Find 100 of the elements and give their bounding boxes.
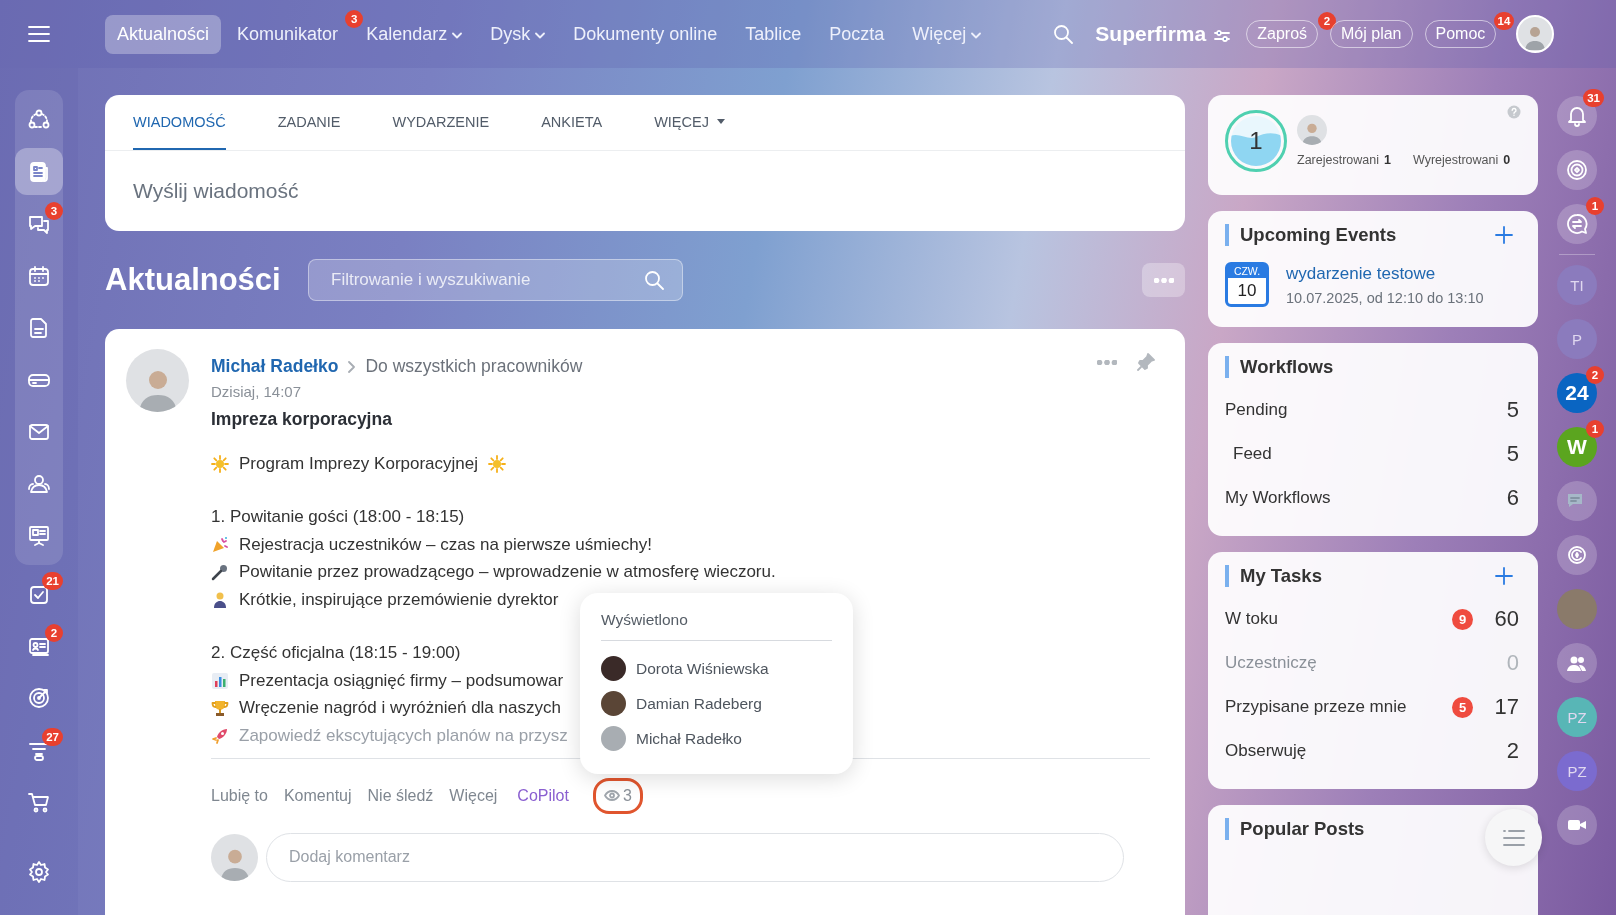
composer-tab[interactable]: WIĘCEJ — [654, 95, 725, 150]
more-button[interactable] — [1142, 263, 1185, 297]
viewer-item[interactable]: Dorota Wiśniewska — [601, 651, 832, 686]
pin-icon — [1137, 353, 1155, 371]
microphone-icon — [211, 563, 229, 582]
search-icon — [1053, 24, 1074, 44]
chevron-right-icon — [348, 360, 356, 373]
add-button[interactable] — [1495, 226, 1513, 244]
widget-row[interactable]: W toku 9 60 — [1225, 597, 1521, 641]
widget-row[interactable]: Przypisane przeze mnie 5 17 — [1225, 685, 1521, 729]
post-text-line: Krótkie, inspirujące przemówienie dyrektor — [239, 589, 559, 610]
post-title: Impreza korporacyjna — [211, 409, 393, 430]
recipient-link[interactable]: Do wszystkich pracowników — [365, 356, 583, 377]
popup-title: Wyświetlono — [601, 611, 832, 641]
rail-button[interactable] — [1557, 150, 1597, 190]
post-action-link[interactable]: CoPilot — [517, 786, 569, 805]
nav-tab[interactable]: Tablice — [733, 14, 814, 54]
newspaper-icon — [27, 159, 51, 184]
composer-tab[interactable]: ZADANIE — [277, 95, 341, 150]
page-title: Aktualności — [105, 262, 282, 298]
count-badge: 21 — [42, 572, 63, 590]
rail-button[interactable] — [1557, 535, 1597, 575]
user-avatar[interactable] — [1516, 15, 1555, 53]
count-badge: 9 — [1452, 608, 1473, 630]
search-button[interactable] — [1053, 24, 1074, 44]
nav-tab[interactable]: Dokumenty online — [561, 14, 730, 54]
count-badge: 27 — [42, 728, 63, 746]
event-link[interactable]: wydarzenie testowe — [1286, 263, 1484, 284]
list-icon — [1501, 828, 1526, 847]
sidebar-item[interactable]: 21 — [15, 570, 63, 617]
trophy-icon — [211, 699, 229, 718]
sidebar-item[interactable]: 27 — [15, 726, 63, 773]
widget-row[interactable]: Obserwuję 2 — [1225, 729, 1521, 773]
rail-button[interactable] — [1557, 643, 1597, 683]
count-badge: 1 — [1586, 197, 1604, 215]
sun-icon — [488, 454, 507, 473]
post-action-link[interactable]: Więcej — [449, 786, 498, 805]
widget-row[interactable]: My Workflows 6 — [1225, 476, 1521, 520]
list-button[interactable] — [1485, 809, 1542, 866]
author-link[interactable]: Michał Radełko — [211, 356, 339, 377]
count-badge: 2 — [1586, 366, 1604, 384]
widget-row[interactable]: Uczestniczę 0 — [1225, 641, 1521, 685]
presentation-board-icon — [27, 523, 51, 548]
composer-tab[interactable]: ANKIETA — [541, 95, 603, 150]
plus-icon — [1495, 226, 1513, 244]
search-icon — [644, 270, 664, 290]
rail-avatar-button[interactable]: PZ — [1557, 751, 1597, 791]
filter-input[interactable]: Filtrowanie i wyszukiwanie — [329, 269, 644, 291]
views-counter[interactable]: 3 — [592, 777, 643, 814]
rail-avatar-button[interactable]: TI — [1557, 265, 1597, 305]
nav-tab[interactable]: Aktualności — [105, 14, 222, 54]
rail-button[interactable] — [1557, 481, 1597, 521]
post-action-link[interactable]: Lubię to — [211, 786, 268, 805]
post-text-line: 1. Powitanie gości (18:00 - 18:15) — [211, 507, 465, 528]
post-text-line: Powitanie przez prowadzącego – wprowadzenie w atmosferę wieczoru. — [239, 562, 776, 583]
viewer-item[interactable]: Michał Radełko — [601, 721, 832, 756]
composer-tab[interactable]: WYDARZENIE — [392, 95, 490, 150]
post-time: Dzisiaj, 14:07 — [211, 383, 303, 400]
count-badge: 1 — [1586, 420, 1604, 438]
stat-label: Wyrejestrowani — [1412, 153, 1499, 167]
widget-row[interactable]: Feed 5 — [1225, 432, 1521, 476]
spiral-target-icon — [1565, 158, 1589, 182]
question-mark-icon — [1507, 105, 1521, 119]
sidebar-item[interactable]: 2 — [15, 622, 63, 669]
sliders-icon — [1214, 29, 1231, 43]
viewer-item[interactable]: Damian Radeberg — [601, 686, 832, 721]
post-action-link[interactable]: Komentuj — [283, 786, 352, 805]
widget-title: Upcoming Events — [1240, 224, 1397, 246]
more-dots-icon — [1097, 359, 1117, 365]
comment-field[interactable]: Dodaj komentarz — [266, 832, 1124, 882]
stat-value: 0 — [1503, 153, 1511, 167]
bell-icon — [1565, 104, 1589, 128]
counter-gauge: 1 — [1225, 110, 1287, 172]
nav-tab[interactable]: Dysk — [478, 14, 558, 54]
message-field[interactable]: Wyślij wiadomość — [105, 151, 1185, 231]
company-name[interactable]: Superfirma — [1095, 22, 1207, 46]
rail-button[interactable] — [1557, 805, 1597, 845]
widget-row[interactable]: Pending 5 — [1225, 388, 1521, 432]
stat-value: 1 — [1384, 153, 1391, 167]
sidebar-item[interactable] — [15, 148, 63, 195]
calendar-icon — [27, 263, 51, 288]
confetti-icon — [211, 535, 229, 554]
viewer-avatar — [601, 656, 626, 681]
widget-title: Popular Posts — [1240, 818, 1365, 840]
count-badge: 2 — [1318, 12, 1337, 30]
count-badge: 2 — [45, 624, 63, 642]
rail-avatar-button[interactable]: P — [1557, 319, 1597, 359]
sidebar-item[interactable]: 3 — [15, 200, 63, 247]
nav-tab[interactable]: Poczta — [817, 14, 897, 54]
post-text-line: Rejestracja uczestników – czas na pierwsze uśmiechy! — [239, 534, 652, 555]
menu-icon — [28, 26, 50, 42]
count-badge: 31 — [1583, 89, 1604, 107]
rail-button[interactable] — [1557, 204, 1597, 244]
copilot-icon — [1565, 543, 1589, 567]
add-button[interactable] — [1495, 567, 1513, 585]
post-action-link[interactable]: Nie śledź — [367, 786, 434, 805]
count-badge: 3 — [45, 202, 63, 220]
nav-tab[interactable]: Więcej — [900, 14, 994, 54]
widget-title: Workflows — [1240, 356, 1334, 378]
filter-search-field[interactable]: Filtrowanie i wyszukiwanie — [308, 259, 683, 301]
